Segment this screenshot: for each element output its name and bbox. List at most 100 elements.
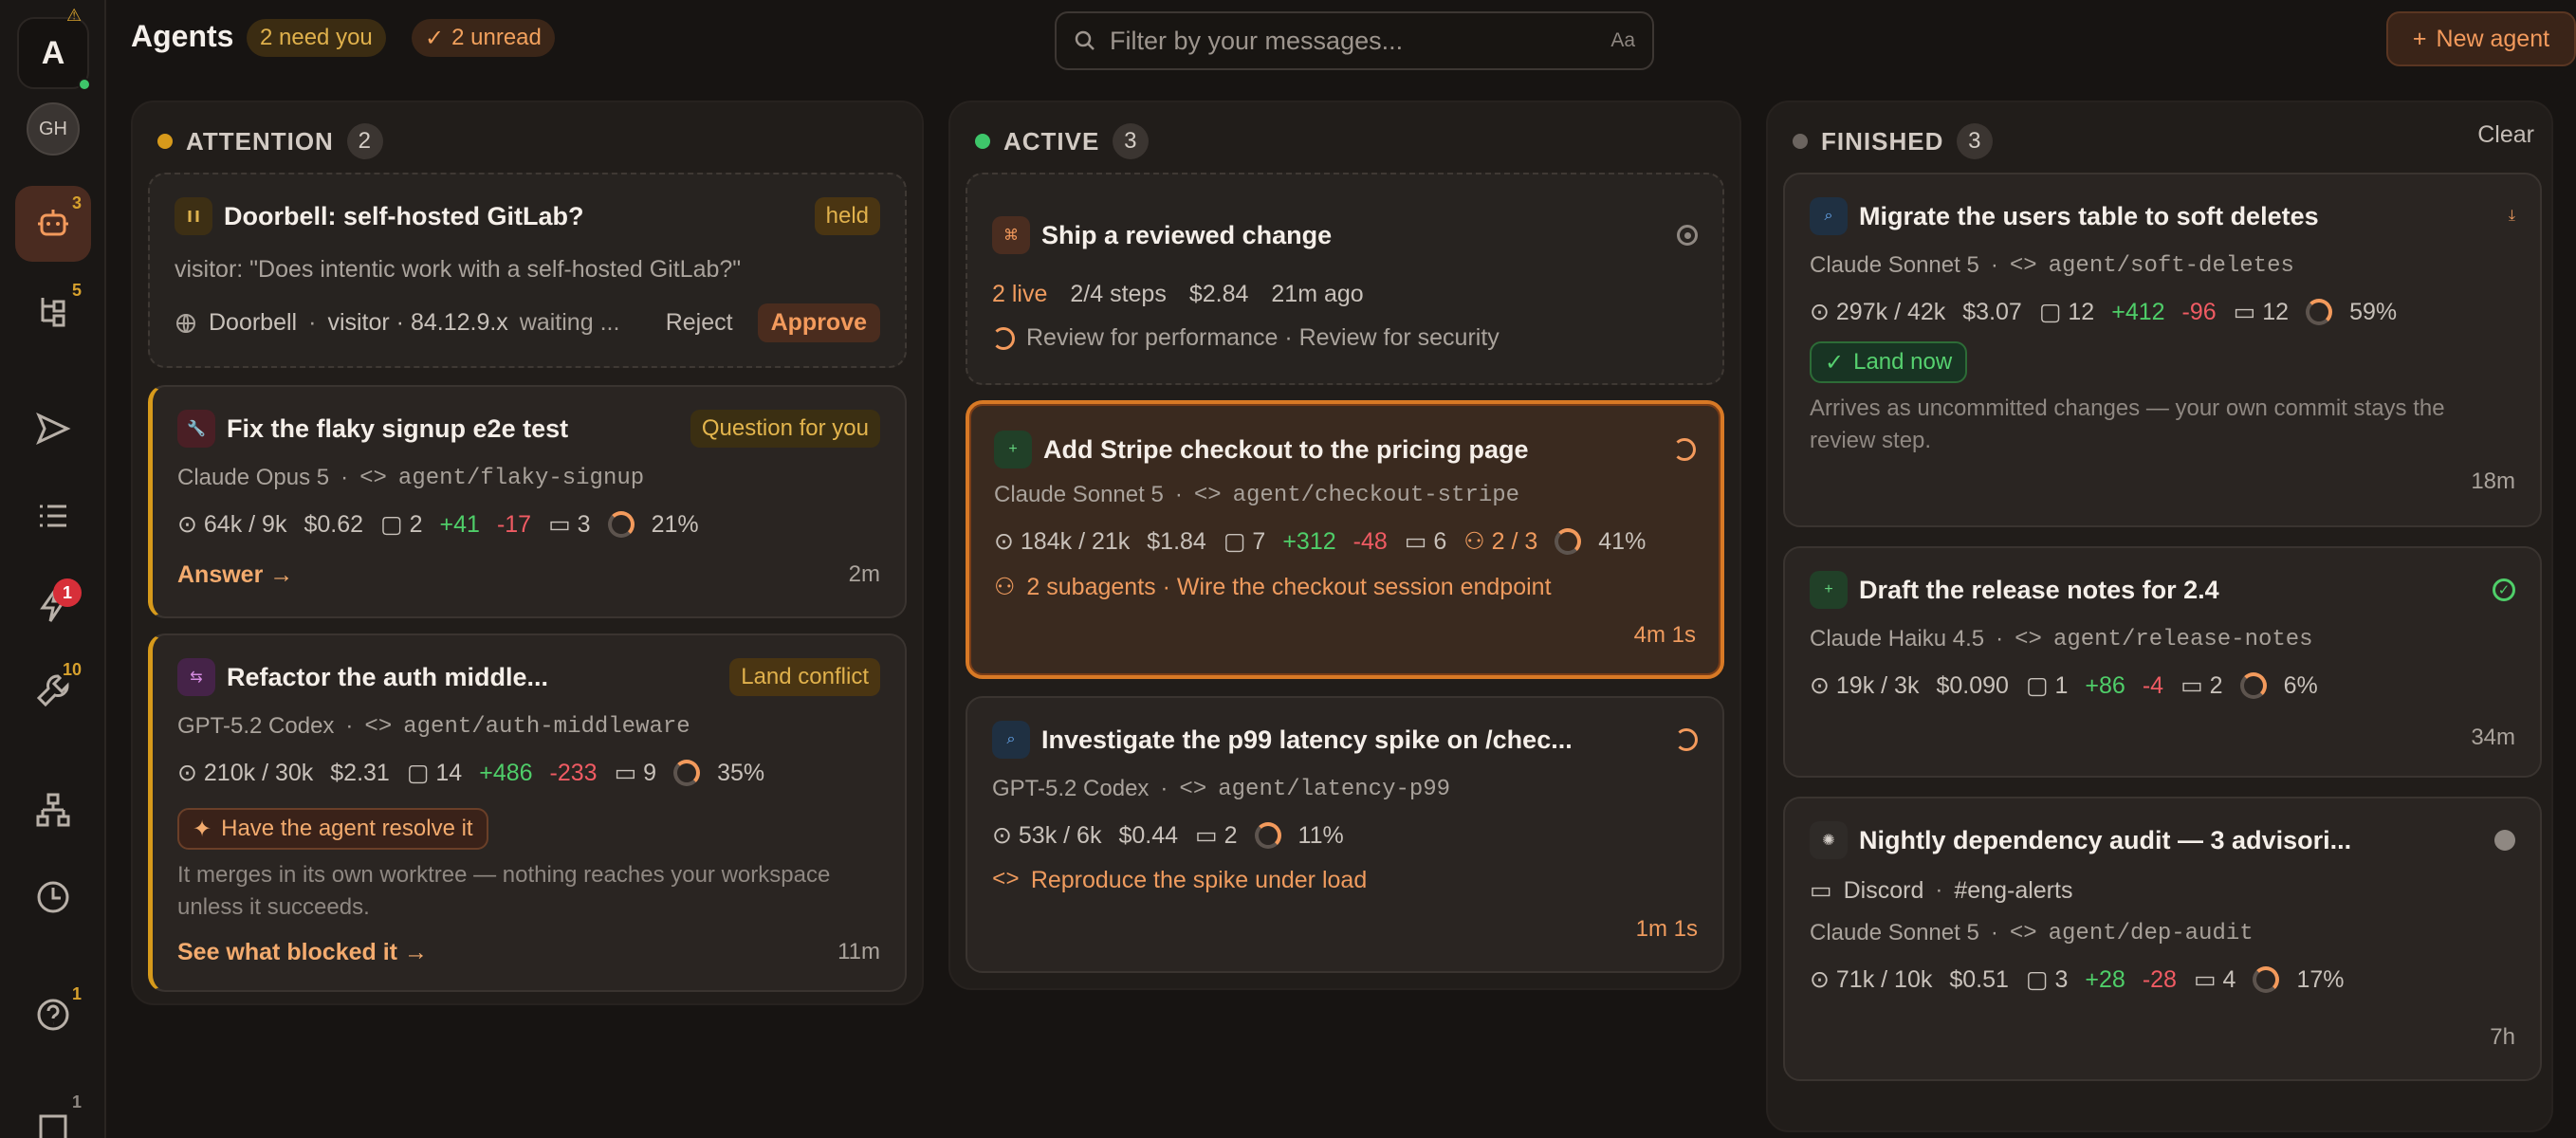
wrench-badge: 10 — [62, 660, 82, 679]
discord-icon: ▭ — [1810, 877, 1832, 904]
need-you-filter[interactable]: 2 need you — [247, 19, 386, 57]
flaky-test-card[interactable]: 🔧 Fix the flaky signup e2e test Question… — [148, 385, 907, 618]
search-icon — [1074, 29, 1096, 52]
reject-button[interactable]: Reject — [653, 303, 746, 342]
check-icon: ✓ — [425, 25, 445, 51]
land-now-button[interactable]: ✓ Land now — [1810, 341, 1968, 383]
finished-header: FINISHED 3 — [1793, 118, 1994, 165]
active-count: 3 — [1113, 123, 1150, 159]
pause-icon — [175, 197, 212, 235]
rail-square-button[interactable]: 1 — [15, 1085, 91, 1138]
completed-check-icon: ✓ — [2493, 578, 2515, 601]
rail-agents-button[interactable]: 3 — [15, 186, 91, 262]
visitor-meta: visitor · 84.12.9.x — [327, 309, 508, 336]
sunburst-icon: ✺ — [1810, 821, 1848, 859]
spinner-icon — [1675, 728, 1698, 751]
card-title: Investigate the p99 latency spike on /ch… — [1041, 725, 1573, 754]
stripe-checkout-card[interactable]: + Add Stripe checkout to the pricing pag… — [966, 400, 1724, 679]
clock-icon — [34, 878, 72, 916]
search-icon: ⌕ — [992, 721, 1030, 759]
land-conflict-badge: Land conflict — [729, 658, 880, 696]
lightning-badge: 1 — [53, 578, 82, 607]
robot-icon — [34, 205, 72, 243]
waiting-status: waiting ... — [519, 309, 620, 336]
context-ring — [673, 760, 701, 786]
send-icon — [34, 410, 72, 448]
visitor-message: visitor: "Does intentic work with a self… — [175, 256, 742, 283]
running-status-icon — [1677, 225, 1698, 246]
context-ring — [2239, 672, 2267, 699]
land-note: Arrives as uncommitted changes — your ow… — [1810, 395, 2445, 453]
finished-status-dot — [1793, 134, 1808, 149]
search-input[interactable]: Filter by your messages... — [1110, 27, 1403, 56]
workspace-logo: A — [41, 34, 65, 71]
new-agent-button[interactable]: + New agent — [2386, 11, 2576, 66]
workflow-icon — [34, 791, 72, 829]
card-title: Add Stripe checkout to the pricing page — [1043, 434, 1529, 464]
card-title: Refactor the auth middle... — [227, 662, 549, 691]
online-status-indicator — [78, 78, 91, 91]
card-title: Doorbell: self-hosted GitLab? — [224, 201, 584, 230]
search-icon: ⌕ — [1810, 197, 1848, 235]
dependency-audit-card[interactable]: ✺ Nightly dependency audit — 3 advisori.… — [1783, 797, 2542, 1081]
case-toggle[interactable]: Aa — [1610, 29, 1635, 52]
warning-icon: ⚠ — [66, 6, 83, 25]
rail-send-button[interactable] — [15, 391, 91, 467]
card-title: Fix the flaky signup e2e test — [227, 413, 569, 443]
card-title: Ship a reviewed change — [1041, 220, 1333, 249]
rail-workflow-button[interactable] — [15, 772, 91, 848]
source-label: Doorbell — [209, 309, 298, 336]
plus-icon: + — [994, 431, 1032, 468]
soft-delete-card[interactable]: ⌕ Migrate the users table to soft delete… — [1783, 173, 2542, 527]
ship-change-card[interactable]: ⌘ Ship a reviewed change 2 live 2/4 steps… — [966, 173, 1724, 385]
spinner-icon — [1673, 438, 1696, 461]
user-avatar[interactable]: GH — [27, 102, 80, 156]
context-ring — [607, 511, 635, 538]
active-header: ACTIVE 3 — [975, 118, 1150, 165]
held-badge: held — [814, 197, 880, 235]
rail-tree-button[interactable]: 5 — [15, 273, 91, 349]
attention-status-dot — [157, 134, 173, 149]
plus-icon: + — [1810, 571, 1848, 609]
square-icon — [35, 1105, 71, 1138]
left-rail: A ⚠ GH 3 5 1 10 1 1 — [0, 0, 106, 1138]
rail-history-button[interactable] — [15, 859, 91, 935]
rail-list-button[interactable] — [15, 478, 91, 554]
doorbell-card[interactable]: Doorbell: self-hosted GitLab? held visit… — [148, 173, 907, 368]
wrench-icon: 🔧 — [177, 410, 215, 448]
finished-count: 3 — [1957, 123, 1994, 159]
latency-card[interactable]: ⌕ Investigate the p99 latency spike on /… — [966, 696, 1724, 973]
top-header: Agents 2 need you ✓ 2 unread Filter by yo… — [131, 11, 2576, 70]
message-search[interactable]: Filter by your messages... Aa — [1055, 11, 1654, 70]
merge-note: It merges in its own worktree — nothing … — [177, 862, 831, 920]
context-ring — [2253, 966, 2280, 993]
context-ring — [1254, 822, 1281, 849]
question-badge: Question for you — [690, 410, 880, 448]
card-title: Migrate the users table to soft deletes — [1859, 201, 2319, 230]
page-title: Agents — [131, 19, 234, 53]
blocked-link[interactable]: See what blocked it → — [177, 939, 428, 966]
swap-icon: ⇆ — [177, 658, 215, 696]
context-ring — [2306, 299, 2333, 325]
square-badge: 1 — [71, 1092, 82, 1111]
resolve-button[interactable]: ✦ Have the agent resolve it — [177, 808, 488, 850]
agents-badge: 3 — [71, 193, 82, 212]
download-icon[interactable]: ⤓ — [2509, 208, 2515, 225]
plus-icon: + — [2412, 25, 2427, 52]
list-icon — [35, 498, 71, 534]
rail-help-button[interactable]: 1 — [15, 977, 91, 1053]
rail-wrench-button[interactable]: 10 — [15, 652, 91, 728]
release-notes-card[interactable]: + Draft the release notes for 2.4 ✓ Clau… — [1783, 546, 2542, 778]
unread-filter[interactable]: ✓ 2 unread — [412, 19, 555, 57]
workspace-switcher[interactable]: A — [17, 17, 89, 89]
auth-refactor-card[interactable]: ⇆ Refactor the auth middle... Land confl… — [148, 633, 907, 992]
approve-button[interactable]: Approve — [757, 303, 880, 342]
clear-finished-button[interactable]: Clear — [2477, 121, 2534, 149]
tree-badge: 5 — [71, 281, 82, 300]
answer-link[interactable]: Answer → — [177, 561, 293, 589]
help-badge: 1 — [71, 984, 82, 1003]
rail-lightning-button[interactable]: 1 — [15, 567, 91, 643]
tree-icon — [35, 293, 71, 329]
finished-column: FINISHED 3 Clear ⌕ Migrate the users tabl… — [1766, 101, 2553, 1132]
idle-status-icon — [2494, 830, 2515, 851]
